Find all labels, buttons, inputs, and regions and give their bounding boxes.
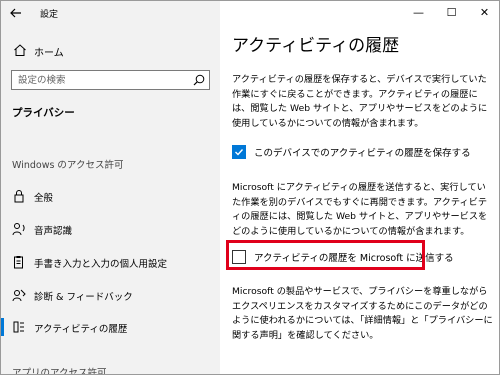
activity-history-description: アクティビティの履歴を保存すると、デバイスで実行していた作業にすぐに戻ることがで… <box>232 74 488 129</box>
sidebar-item-label: アクティビティの履歴 <box>34 324 128 335</box>
window-controls: — ☐ ✕ <box>402 1 499 25</box>
nav-home[interactable]: ホーム <box>1 39 220 61</box>
title-bar: 設定 <box>1 1 220 27</box>
microphone-person-icon <box>12 223 25 236</box>
maximize-icon: ☐ <box>446 5 457 19</box>
store-activity-checkbox[interactable] <box>232 145 246 159</box>
activity-history-icon <box>13 321 24 333</box>
clipboard-pen-icon <box>14 256 23 269</box>
sidebar-item-speech[interactable]: 音声認識 <box>1 217 220 241</box>
send-activity-description: Microsoft にアクティビティの履歴を送信すると、実行していた作業を別のデ… <box>232 182 488 237</box>
search-box[interactable] <box>11 70 210 90</box>
store-activity-checkbox-row[interactable]: このデバイスでのアクティビティの履歴を保存する <box>232 142 471 162</box>
sidebar-item-activity-history[interactable]: アクティビティの履歴 <box>1 315 220 339</box>
page-title: アクティビティの履歴 <box>232 36 400 56</box>
sidebar-item-label: 手書き入力と入力の個人用設定 <box>34 259 168 270</box>
send-activity-checkbox-row[interactable]: アクティビティの履歴を Microsoft に送信する <box>232 247 454 267</box>
back-arrow-icon <box>10 8 21 18</box>
close-button[interactable]: ✕ <box>468 1 499 23</box>
minimize-icon: — <box>413 5 424 19</box>
active-indicator <box>1 318 4 336</box>
sidebar-item-inking[interactable]: 手書き入力と入力の個人用設定 <box>1 250 220 274</box>
sidebar-item-label: 全般 <box>34 193 54 204</box>
lock-icon <box>14 190 24 203</box>
store-activity-checkbox-label[interactable]: このデバイスでのアクティビティの履歴を保存する <box>254 145 471 159</box>
main-content: — ☐ ✕ アクティビティの履歴 アクティビティの履歴を保存すると、デバイスで実… <box>220 1 499 374</box>
sidebar: 設定 ホーム プライバシー Windows のアクセス許可 全般 <box>1 1 220 375</box>
app-title: 設定 <box>40 10 59 20</box>
maximize-button[interactable]: ☐ <box>435 1 468 23</box>
windows-permissions-heading: Windows のアクセス許可 <box>12 160 124 171</box>
nav-home-label: ホーム <box>34 48 64 59</box>
send-activity-checkbox[interactable] <box>232 250 246 264</box>
send-activity-checkbox-label[interactable]: アクティビティの履歴を Microsoft に送信する <box>254 250 454 264</box>
app-permissions-heading: アプリのアクセス許可 <box>12 368 107 375</box>
search-input[interactable] <box>12 71 190 89</box>
privacy-statement-text: Microsoft の製品やサービスで、プライバシーを尊重しながらエクスペリエン… <box>232 286 493 341</box>
back-button[interactable] <box>6 3 26 23</box>
home-icon <box>14 44 26 56</box>
feedback-person-icon <box>12 289 26 302</box>
sidebar-item-diagnostics[interactable]: 診断 & フィードバック <box>1 283 220 307</box>
sidebar-item-label: 診断 & フィードバック <box>34 292 133 303</box>
settings-window: 設定 ホーム プライバシー Windows のアクセス許可 全般 <box>0 0 500 375</box>
search-icon[interactable] <box>193 74 205 86</box>
minimize-button[interactable]: — <box>402 1 435 23</box>
close-icon: ✕ <box>479 5 490 19</box>
sidebar-item-general[interactable]: 全般 <box>1 184 220 208</box>
checkmark-icon <box>235 149 244 156</box>
privacy-heading: プライバシー <box>12 107 75 119</box>
sidebar-item-label: 音声認識 <box>34 226 73 237</box>
